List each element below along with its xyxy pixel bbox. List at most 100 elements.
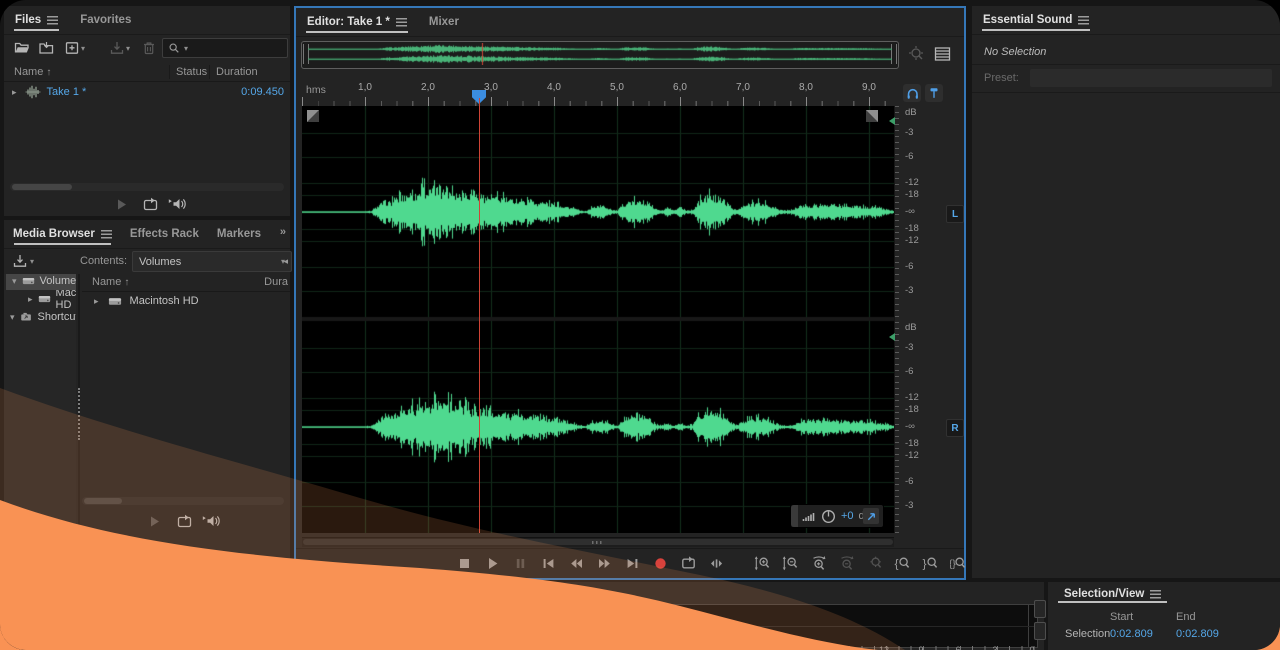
preview-play-icon[interactable] [147,514,162,529]
preset-field[interactable] [1030,69,1272,87]
timeline-ruler[interactable]: hms 1,02,03,04,05,06,07,08,09,0 [302,80,894,107]
zoom-out-vertical-button[interactable] [782,555,799,572]
files-preview-transport [4,194,290,216]
column-duration[interactable]: Duration [216,66,258,78]
zoom-out-horizontal-button[interactable] [838,555,855,572]
column-duration[interactable]: Dura [264,276,288,288]
panel-menu-icon[interactable] [1150,590,1161,599]
selection-tabbar: Selection/View [1048,582,1280,606]
gain-hud[interactable]: +0 dB [790,504,884,528]
tab-selection-view[interactable]: Selection/View [1048,582,1177,606]
gain-value[interactable]: +0 [841,510,854,522]
fade-out-handle[interactable] [866,110,878,122]
column-name[interactable]: Name ↑ [92,276,129,288]
media-scrollbar-thumb[interactable] [84,498,122,504]
gain-knob-icon[interactable] [821,509,836,524]
open-folder-icon[interactable] [14,40,31,56]
tree-item-label: Macintosh HD [56,290,76,308]
tree-item-macintosh-hd[interactable]: ▸ Macintosh HD [22,290,76,308]
editor-hscrollbar[interactable] [302,537,894,547]
marker-pin-button[interactable] [925,84,943,102]
tab-essential-sound[interactable]: Essential Sound [972,6,1100,34]
selection-end-value[interactable]: 0:02.809 [1176,628,1219,640]
panel-menu-icon[interactable] [396,18,407,27]
auto-play-speaker-icon[interactable] [202,513,221,529]
preview-play-icon[interactable] [114,197,129,212]
file-row[interactable]: ▸ Take 1 * 0:09.450 [4,83,290,101]
stop-button[interactable] [456,555,473,572]
selection-col-start: Start [1110,611,1133,623]
media-list-row[interactable]: ▸ Macintosh HD [82,292,290,310]
panel-menu-icon[interactable] [101,230,112,239]
db-scale-label: -∞ [905,206,915,217]
waveform-display[interactable]: +0 dB [302,106,894,533]
go-to-start-button[interactable] [540,555,557,572]
zoom-reset-icon[interactable] [908,45,926,63]
collapse-chevron-icon[interactable]: ▾ [12,277,17,286]
tab-mixer[interactable]: Mixer [418,8,470,36]
tab-files[interactable]: Files [4,6,69,34]
fade-in-handle[interactable] [307,110,319,122]
zoom-to-in-point-button[interactable]: { [894,555,911,572]
editor-hscrollbar-thumb[interactable] [303,539,893,545]
channel-badge-L[interactable]: L [946,205,964,223]
display-options-icon[interactable] [933,45,952,63]
expand-chevron-icon[interactable]: ▸ [28,295,33,304]
files-scrollbar-thumb[interactable] [12,184,72,190]
contents-dropdown[interactable]: Volumes ▾ [132,251,292,272]
channel-badge-R[interactable]: R [946,419,964,437]
overview-strip[interactable] [301,41,899,69]
tab-editor[interactable]: Editor: Take 1 * [296,8,418,36]
expand-chevron-icon[interactable]: ▸ [94,297,99,306]
monitor-headphones-button[interactable] [903,84,921,102]
search-input[interactable]: ▾ [162,38,288,58]
collapse-chevron-icon[interactable]: ▾ [10,313,15,322]
tab-favorites[interactable]: Favorites [69,6,142,34]
import-file-icon[interactable] [38,40,55,56]
tab-effects-rack[interactable]: Effects Rack [121,220,208,248]
zoom-in-vertical-button[interactable] [754,555,771,572]
file-duration: 0:09.450 [241,86,284,98]
auto-play-speaker-icon[interactable] [168,196,187,212]
selection-start-value[interactable]: 0:02.809 [1110,628,1153,640]
save-export-icon[interactable]: ▾ [109,40,130,56]
fast-forward-button[interactable] [596,555,613,572]
zoom-to-selection-button[interactable]: {} [950,555,967,572]
rewind-button[interactable] [568,555,585,572]
expand-chevron-icon[interactable]: ▸ [12,88,17,97]
files-scrollbar-track[interactable] [10,183,284,191]
splitter-grip[interactable] [78,388,80,440]
loop-playback-icon[interactable] [176,514,193,529]
import-icon[interactable]: ▾ [12,253,34,269]
media-scrollbar-track[interactable] [82,497,284,505]
tab-markers[interactable]: Markers [208,220,270,248]
record-button[interactable] [652,555,669,572]
loop-playback-button[interactable] [680,555,697,572]
new-content-icon[interactable]: ▾ [64,40,85,56]
hud-grip[interactable] [791,505,798,527]
column-status[interactable]: Status [176,66,207,78]
tab-overflow-icon[interactable]: » [280,226,286,238]
overview-waveform-canvas[interactable] [308,43,892,65]
trash-icon[interactable] [141,40,157,56]
skip-selection-button[interactable] [708,555,725,572]
ruler-labels: 1,02,03,04,05,06,07,08,09,0 [302,80,894,96]
zoom-reset-button[interactable] [866,555,883,572]
column-name[interactable]: Name ↑ [14,66,51,78]
search-caret-icon[interactable]: ▾ [184,44,188,53]
zoom-to-out-point-button[interactable]: } [922,555,939,572]
waveform-canvas[interactable] [302,106,894,533]
tree-splitter[interactable] [78,274,80,650]
loop-playback-icon[interactable] [142,197,159,212]
tab-media-browser[interactable]: Media Browser [4,220,121,248]
panel-collapse-icon[interactable]: ◂ [283,257,288,266]
tree-item-shortcuts[interactable]: ▾ Shortcuts [4,308,76,326]
play-button[interactable] [484,555,501,572]
pause-button[interactable] [512,555,529,572]
tree-item-volumes[interactable]: ▾ Volumes [6,274,76,290]
go-to-end-button[interactable] [624,555,641,572]
zoom-in-horizontal-button[interactable] [810,555,827,572]
panel-menu-icon[interactable] [47,16,58,25]
panel-menu-icon[interactable] [1078,16,1089,25]
hud-pin-button[interactable] [863,508,879,524]
